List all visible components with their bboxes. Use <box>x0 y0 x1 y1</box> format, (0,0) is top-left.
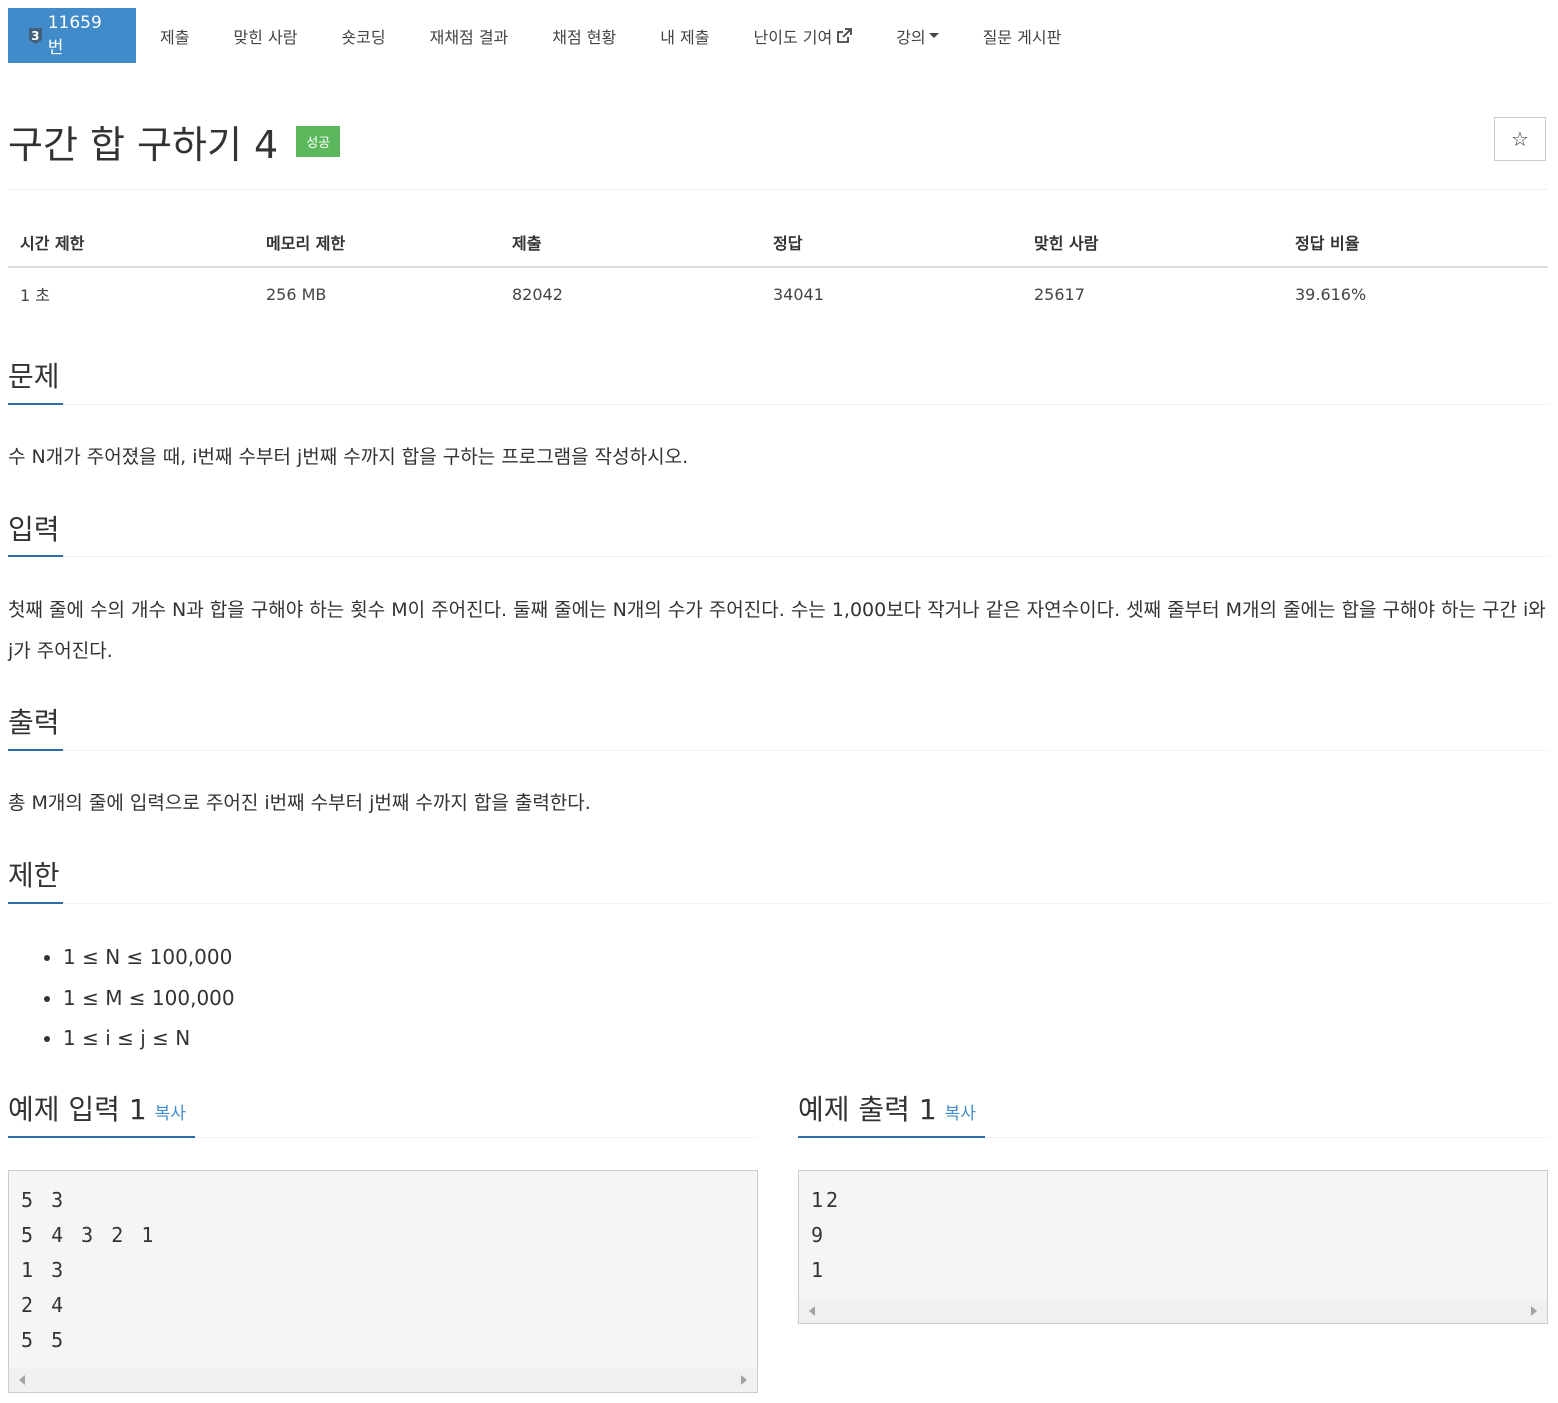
sample-input-header: 예제 입력 1 복사 <box>8 1088 186 1128</box>
problem-nav: 3 11659번 제출 맞힌 사람 숏코딩 재채점 결과 채점 현황 내 제출 … <box>8 8 1083 63</box>
code-line: 1 <box>811 1258 827 1282</box>
sample-output-title: 예제 출력 1 <box>798 1093 937 1126</box>
caret-down-icon <box>928 33 939 38</box>
list-item: 1 ≤ N ≤ 100,000 <box>63 937 235 978</box>
accept-ratio-value: 39.616% <box>1295 284 1367 304</box>
nav-status[interactable]: 채점 현황 <box>530 8 638 63</box>
memory-limit-value: 256 MB <box>266 284 327 304</box>
accepted-value: 34041 <box>773 284 824 304</box>
code-line: 5 5 <box>21 1328 67 1352</box>
col-accept-ratio: 정답 비율 <box>1283 218 1548 268</box>
nav-qna-board[interactable]: 질문 게시판 <box>961 8 1084 63</box>
code-line: 5 4 3 2 1 <box>21 1223 157 1247</box>
section-underline <box>8 1136 195 1138</box>
sample-output-header: 예제 출력 1 복사 <box>798 1088 976 1128</box>
section-input-title: 입력 <box>8 513 60 546</box>
section-underline <box>798 1136 985 1138</box>
submissions-value: 82042 <box>512 284 563 304</box>
nav-submit[interactable]: 제출 <box>136 8 211 63</box>
nav-lectures-dropdown[interactable]: 강의 <box>874 8 960 63</box>
sample-input-box[interactable]: 5 3 5 4 3 2 1 1 3 2 4 5 5 <box>8 1170 758 1393</box>
sample-input-title: 예제 입력 1 <box>8 1093 147 1126</box>
code-line: 5 3 <box>21 1188 67 1212</box>
nav-solvers[interactable]: 맞힌 사람 <box>211 8 319 63</box>
nav-lectures-label: 강의 <box>896 27 926 47</box>
section-divider <box>8 902 1548 904</box>
nav-my-submissions[interactable]: 내 제출 <box>638 8 731 63</box>
copy-output-button[interactable]: 복사 <box>945 1104 976 1124</box>
nav-difficulty-contribution[interactable]: 난이도 기여 <box>732 8 875 63</box>
scroll-left-icon[interactable] <box>19 1375 25 1385</box>
list-item: 1 ≤ M ≤ 100,000 <box>63 978 235 1019</box>
col-accepted: 정답 <box>761 218 1022 268</box>
code-line: 2 4 <box>21 1293 67 1317</box>
section-output-title: 출력 <box>8 706 60 739</box>
output-description: 총 M개의 줄에 입력으로 주어진 i번째 수부터 j번째 수까지 합을 출력한… <box>8 792 591 814</box>
star-icon: ☆ <box>1511 127 1529 151</box>
section-divider <box>8 555 1548 557</box>
nav-short-coding[interactable]: 숏코딩 <box>319 8 407 63</box>
horizontal-scrollbar[interactable] <box>9 1368 757 1392</box>
problem-page: { "nav": { "problem_tier": "3", "problem… <box>0 0 1558 1403</box>
tier-badge-icon: 3 <box>28 27 43 45</box>
input-description: 첫째 줄에 수의 개수 N과 합을 구해야 하는 횟수 M이 주어진다. 둘째 … <box>8 599 1546 662</box>
scroll-right-icon[interactable] <box>1531 1306 1537 1316</box>
section-underline <box>8 749 63 751</box>
col-solvers: 맞힌 사람 <box>1022 218 1283 268</box>
code-line: 9 <box>811 1223 827 1247</box>
list-item: 1 ≤ i ≤ j ≤ N <box>63 1018 235 1059</box>
scroll-left-icon[interactable] <box>809 1306 815 1316</box>
section-underline <box>8 403 63 405</box>
horizontal-scrollbar[interactable] <box>799 1299 1547 1323</box>
section-underline <box>8 902 63 904</box>
section-divider <box>8 403 1548 405</box>
copy-input-button[interactable]: 복사 <box>155 1104 186 1124</box>
external-link-icon <box>836 27 853 44</box>
problem-number: 11659번 <box>47 13 102 58</box>
section-underline <box>8 555 63 557</box>
col-memory-limit: 메모리 제한 <box>254 218 500 268</box>
section-limit-title: 제한 <box>8 859 60 892</box>
status-badge: 성공 <box>296 126 341 157</box>
problem-info-table: 시간 제한 메모리 제한 제출 정답 맞힌 사람 정답 비율 1 초 256 M… <box>8 218 1548 320</box>
section-divider <box>8 749 1548 751</box>
solvers-value: 25617 <box>1034 284 1085 304</box>
problem-title-row: 구간 합 구하기 4 성공 <box>8 114 341 169</box>
time-limit-value: 1 초 <box>20 286 50 305</box>
scroll-right-icon[interactable] <box>741 1375 747 1385</box>
favorite-button[interactable]: ☆ <box>1494 117 1546 161</box>
section-problem-title: 문제 <box>8 360 60 393</box>
title-divider <box>8 189 1548 190</box>
code-line: 1 3 <box>21 1258 67 1282</box>
problem-description: 수 N개가 주어졌을 때, i번째 수부터 j번째 수까지 합을 구하는 프로그… <box>8 446 689 468</box>
sample-output-box[interactable]: 12 9 1 <box>798 1170 1548 1324</box>
nav-rejudge[interactable]: 재채점 결과 <box>408 8 531 63</box>
nav-problem-number[interactable]: 3 11659번 <box>8 8 136 63</box>
col-submissions: 제출 <box>500 218 761 268</box>
table-row: 1 초 256 MB 82042 34041 25617 39.616% <box>8 267 1548 320</box>
col-time-limit: 시간 제한 <box>8 218 254 268</box>
limit-list: 1 ≤ N ≤ 100,000 1 ≤ M ≤ 100,000 1 ≤ i ≤ … <box>38 937 235 1059</box>
nav-difficulty-label: 난이도 기여 <box>753 27 833 47</box>
code-line: 12 <box>811 1188 842 1212</box>
table-header-row: 시간 제한 메모리 제한 제출 정답 맞힌 사람 정답 비율 <box>8 218 1548 268</box>
problem-title: 구간 합 구하기 4 <box>8 123 279 167</box>
